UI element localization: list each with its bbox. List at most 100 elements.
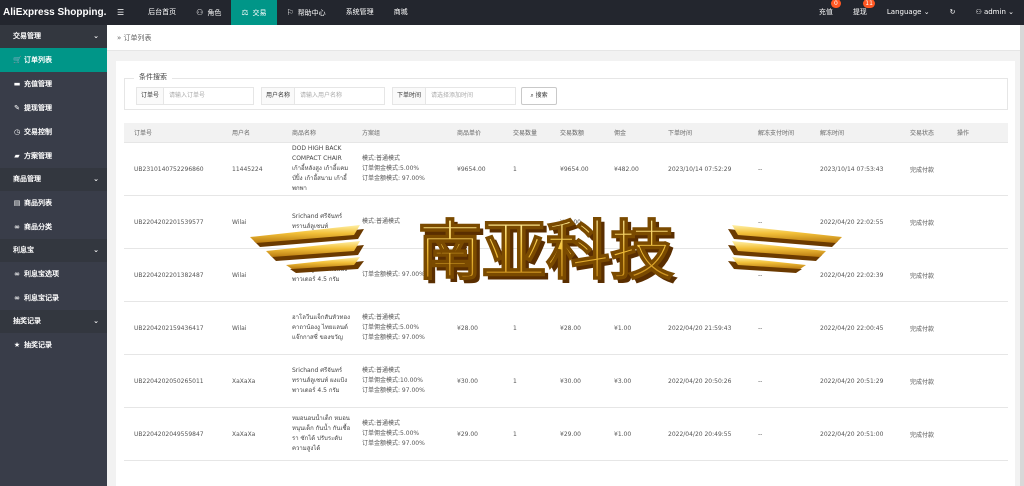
nav-label: 系统管理 (345, 8, 374, 16)
nav-mall[interactable]: 商城 (384, 0, 418, 25)
col-amount[interactable]: 交易数额 (550, 128, 604, 137)
col-user[interactable]: 用户名 (222, 128, 282, 137)
chevron-down-icon: ⌄ (93, 32, 99, 40)
menu-icon[interactable]: ☰ (117, 8, 124, 17)
chevron-down-icon: ⌄ (93, 175, 99, 183)
sidebar-item-interest-options[interactable]: ∞ 利息宝选项 (0, 262, 107, 286)
col-commission[interactable]: 佣金 (604, 128, 658, 137)
scheme-line: 模式:普通模式 (362, 314, 401, 321)
user-menu[interactable]: ⚇ admin ⌄ (965, 0, 1024, 25)
app-brand[interactable]: AliExpress Shopping... (0, 0, 107, 25)
scheme-line: 订单佣金模式:5.00% (362, 324, 420, 331)
sidebar-item-withdraw[interactable]: ✎ 提现管理 (0, 96, 107, 120)
col-scheme[interactable]: 方案组 (352, 128, 447, 137)
nav-help[interactable]: ⚐ 帮助中心 (277, 0, 336, 25)
scheme-line: 订单金额模式: 97.00% (362, 387, 425, 394)
commission-cell: ¥3.00 (614, 377, 632, 385)
menu-toggle-button[interactable]: ☰ (107, 0, 138, 25)
language-label: Language (886, 8, 922, 16)
pay-time-cell: -- (758, 324, 763, 332)
link-icon: ∞ (14, 223, 20, 231)
table-body: UB2310140752296860 11445224 DOD HIGH BACK … (124, 143, 1008, 461)
col-qty[interactable]: 交易数量 (503, 128, 550, 137)
col-unfreeze-time[interactable]: 解冻时间 (810, 128, 900, 137)
group-label: 利息宝 (13, 246, 34, 254)
watermark-text: 南亚科技 (418, 215, 674, 289)
field-label: 用户名称 (262, 88, 296, 104)
sidebar-item-control[interactable]: ◷ 交易控制 (0, 120, 107, 144)
refresh-button[interactable]: ↻ (940, 0, 966, 25)
search-button-label: 搜索 (535, 92, 548, 99)
recharge-badge: 0 (830, 0, 841, 8)
chevron-down-icon: ⌄ (93, 317, 99, 325)
order-time-input[interactable]: 请选择添加时间 (426, 88, 478, 104)
order-id-cell: UB2204202201382487 (134, 271, 204, 279)
scheme-cell: 模式:普通模式 订单佣金模式:5.00% 订单金额模式: 97.00% (352, 419, 447, 449)
scheme-cell: 模式:普通模式 订单佣金模式:5.00% 订单金额模式: 97.00% (352, 313, 447, 343)
sidebar-group-trade[interactable]: 交易管理 ⌄ (0, 25, 107, 48)
nav-trade[interactable]: ⚖ 交易 (231, 0, 277, 25)
unfreeze-time-cell: 2022/04/20 22:00:45 (820, 324, 884, 332)
col-price[interactable]: 商品单价 (447, 128, 503, 137)
unfreeze-time-cell: 2022/04/20 20:51:00 (820, 430, 884, 438)
sidebar-item-goods-list[interactable]: ▤ 商品列表 (0, 191, 107, 215)
price-cell: ¥30.00 (457, 377, 478, 385)
order-time-cell: 2022/04/20 20:49:55 (668, 430, 732, 438)
sidebar-item-interest-records[interactable]: ∞ 利息宝记录 (0, 286, 107, 310)
sidebar-group-goods[interactable]: 商品管理 ⌄ (0, 168, 107, 191)
nav-system[interactable]: 系统管理 (336, 0, 384, 25)
order-id-cell: UB2204202201539577 (134, 218, 204, 226)
dashboard-icon: ◷ (13, 128, 21, 136)
search-legend: 条件搜索 (134, 72, 172, 82)
scrollbar[interactable] (1020, 25, 1024, 486)
sidebar-item-recharge[interactable]: ▬ 充值管理 (0, 72, 107, 96)
username-field[interactable]: 用户名称 请输入用户名称 (261, 87, 385, 105)
col-op[interactable]: 操作 (947, 128, 987, 137)
amount-cell: ¥30.00 (560, 377, 581, 385)
pay-time-cell: -- (758, 165, 763, 173)
sidebar-item-label: 提现管理 (24, 104, 52, 112)
sidebar-item-goods-category[interactable]: ∞ 商品分类 (0, 215, 107, 239)
sidebar-item-lottery-records[interactable]: ★ 抽奖记录 (0, 333, 107, 357)
chevron-down-icon: ⌄ (93, 246, 99, 254)
unfreeze-time-cell: 2023/10/14 07:53:43 (820, 165, 884, 173)
order-time-cell: 2023/10/14 07:52:29 (668, 165, 732, 173)
sidebar-item-label: 利息宝选项 (24, 270, 59, 278)
col-order-id[interactable]: 订单号 (124, 128, 222, 137)
search-button[interactable]: ⌕ 搜索 (521, 87, 557, 105)
table-row: UB2204202159436417 Wilai ฮาโลวีนแจ็กสันหัว… (124, 302, 1008, 355)
order-number-field[interactable]: 订单号 请输入订单号 (136, 87, 254, 105)
price-cell: ¥29.00 (457, 430, 478, 438)
breadcrumb: » 订单列表 (107, 25, 1024, 51)
sidebar: 交易管理 ⌄ 🛒 订单列表 ▬ 充值管理 ✎ 提现管理 ◷ 交易控制 ▰ 方案管理 商品管理… (0, 25, 107, 486)
status-cell: 完成付款 (910, 431, 935, 439)
scheme-line: 订单金额模式: 97.00% (362, 175, 425, 182)
field-label: 下单时间 (393, 88, 427, 104)
order-number-input[interactable]: 请输入订单号 (164, 88, 210, 104)
left-wing (250, 225, 364, 273)
nav-home[interactable]: 后台首页 (138, 0, 186, 25)
group-label: 抽奖记录 (13, 317, 41, 325)
col-product[interactable]: 商品名称 (282, 128, 352, 137)
username-input[interactable]: 请输入用户名称 (295, 88, 347, 104)
sidebar-group-lottery[interactable]: 抽奖记录 ⌄ (0, 310, 107, 333)
user-cell: Wilai (232, 324, 247, 332)
col-order-time[interactable]: 下单时间 (658, 128, 748, 137)
order-time-field[interactable]: 下单时间 请选择添加时间 (392, 87, 516, 105)
sidebar-group-interest[interactable]: 利息宝 ⌄ (0, 239, 107, 262)
recharge-button[interactable]: 充值 0 (809, 0, 843, 25)
nav-roles[interactable]: ⚇ 角色 (186, 0, 231, 25)
scheme-line: 模式:普通模式 (362, 155, 401, 162)
scale-icon: ⚖ (241, 8, 249, 17)
scheme-cell: 模式:普通模式 订单佣金模式:10.00% 订单金额模式: 97.00% (352, 366, 447, 396)
user-cell: XaXaXa (232, 377, 256, 385)
col-pay-time[interactable]: 解冻支付时间 (748, 128, 810, 137)
product-cell: DOD HIGH BACK COMPACT CHAIR เก้าอี้หลังส… (292, 145, 349, 192)
sidebar-item-scheme[interactable]: ▰ 方案管理 (0, 144, 107, 168)
breadcrumb-item[interactable]: 订单列表 (124, 34, 152, 42)
col-status[interactable]: 交易状态 (900, 128, 947, 137)
language-dropdown[interactable]: Language ⌄ (877, 0, 940, 25)
withdraw-badge: 11 (863, 0, 875, 8)
sidebar-item-orders[interactable]: 🛒 订单列表 (0, 48, 107, 72)
withdraw-button[interactable]: 提现 11 (843, 0, 877, 25)
